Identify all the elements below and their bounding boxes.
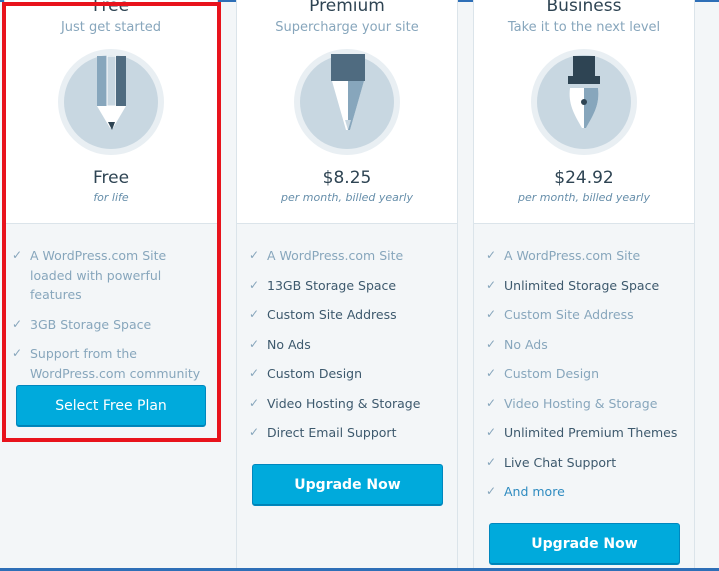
- feature-item: ✓ Video Hosting & Storage: [249, 395, 421, 411]
- check-icon: ✓: [486, 248, 497, 262]
- check-icon: ✓: [249, 366, 260, 380]
- plan-premium: Premium Supercharge your site $8.25 per …: [236, 0, 458, 571]
- feature-item: ✓ Custom Design: [249, 366, 363, 381]
- check-icon: ✓: [486, 336, 497, 351]
- plan-business: Business Take it to the next level $24.9…: [473, 0, 695, 571]
- feature-item: ✓ Unlimited Premium Themes: [486, 425, 678, 440]
- plan-price: $24.92: [554, 168, 614, 188]
- plan-header: Premium Supercharge your site $8.25 per …: [236, 0, 458, 224]
- check-icon: ✓: [249, 307, 260, 321]
- feature-item: ✓ Video Hosting & Storage: [486, 395, 658, 411]
- feature-item: ✓ Custom Site Address: [249, 307, 397, 322]
- fountain-pen-icon: [530, 48, 638, 156]
- feature-item: ✓ No Ads: [249, 336, 311, 352]
- check-icon: ✓: [249, 395, 260, 410]
- check-icon: ✓: [486, 484, 497, 498]
- plan-name: Business: [546, 0, 622, 16]
- check-icon: ✓: [486, 454, 497, 469]
- free-plan-highlight-box: [2, 2, 221, 442]
- check-icon: ✓: [249, 277, 260, 292]
- check-icon: ✓: [486, 277, 497, 292]
- plan-price-note: per month, billed yearly: [281, 191, 413, 204]
- and-more-link[interactable]: ✓ And more: [486, 482, 686, 501]
- plan-price: $8.25: [322, 168, 372, 188]
- feature-item: ✓ 13GB Storage Space: [249, 277, 397, 293]
- check-icon: ✓: [249, 248, 260, 262]
- check-icon: ✓: [486, 307, 497, 321]
- upgrade-business-button[interactable]: Upgrade Now: [489, 523, 680, 565]
- plan-name: Premium: [309, 0, 385, 16]
- feature-item: ✓ Live Chat Support: [486, 454, 617, 470]
- feature-item: ✓ No Ads: [486, 336, 548, 352]
- feature-list: ✓ A WordPress.com Site ✓ 13GB Storage Spac…: [249, 246, 449, 453]
- feature-item: ✓ Unlimited Storage Space: [486, 277, 660, 293]
- check-icon: ✓: [486, 425, 497, 439]
- check-icon: ✓: [486, 395, 497, 410]
- check-icon: ✓: [486, 366, 497, 380]
- plan-header: Business Take it to the next level $24.9…: [473, 0, 695, 224]
- feature-item: ✓ A WordPress.com Site: [249, 248, 404, 263]
- feature-item: ✓ A WordPress.com Site: [486, 248, 641, 263]
- plan-tagline: Supercharge your site: [275, 20, 419, 35]
- plan-price-note: per month, billed yearly: [518, 191, 650, 204]
- feature-list: ✓ A WordPress.com Site ✓ Unlimited Storage…: [486, 246, 686, 512]
- upgrade-premium-button[interactable]: Upgrade Now: [252, 464, 443, 506]
- pen-icon: [293, 48, 401, 156]
- feature-item: ✓ Direct Email Support: [249, 425, 397, 440]
- feature-item: ✓ Custom Site Address: [486, 307, 634, 322]
- plan-tagline: Take it to the next level: [507, 20, 661, 35]
- check-icon: ✓: [249, 336, 260, 351]
- feature-item: ✓ Custom Design: [486, 366, 600, 381]
- check-icon: ✓: [249, 425, 260, 439]
